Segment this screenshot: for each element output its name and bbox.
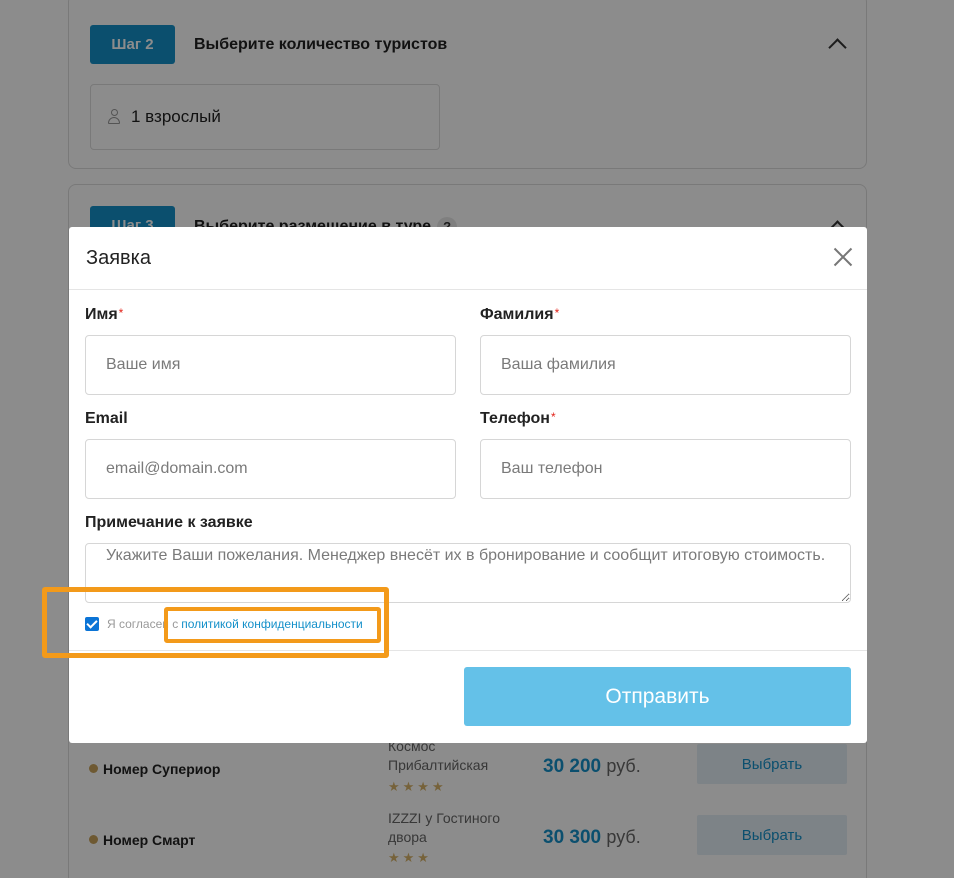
footer-divider <box>69 650 867 651</box>
request-modal: Заявка Имя* Фамилия* Email Телефон* Прим… <box>69 227 867 743</box>
consent-text: Я согласен с <box>107 617 179 631</box>
first-name-input[interactable] <box>85 335 456 395</box>
consent-checkbox[interactable] <box>85 617 99 631</box>
privacy-policy-link[interactable]: политикой конфиденциальности <box>181 617 362 631</box>
modal-header: Заявка <box>69 227 867 290</box>
email-field[interactable] <box>85 439 456 499</box>
email-label: Email <box>85 410 128 427</box>
close-icon[interactable] <box>833 247 853 267</box>
last-name-label: Фамилия* <box>480 306 560 323</box>
submit-button[interactable]: Отправить <box>464 667 851 726</box>
modal-title: Заявка <box>86 247 151 269</box>
note-label: Примечание к заявке <box>85 514 253 531</box>
consent-row: Я согласен с политикой конфиденциальност… <box>85 617 363 631</box>
last-name-input[interactable] <box>480 335 851 395</box>
note-textarea[interactable] <box>85 543 851 603</box>
phone-label: Телефон* <box>480 410 556 427</box>
phone-input[interactable] <box>480 439 851 499</box>
first-name-label: Имя* <box>85 306 124 323</box>
